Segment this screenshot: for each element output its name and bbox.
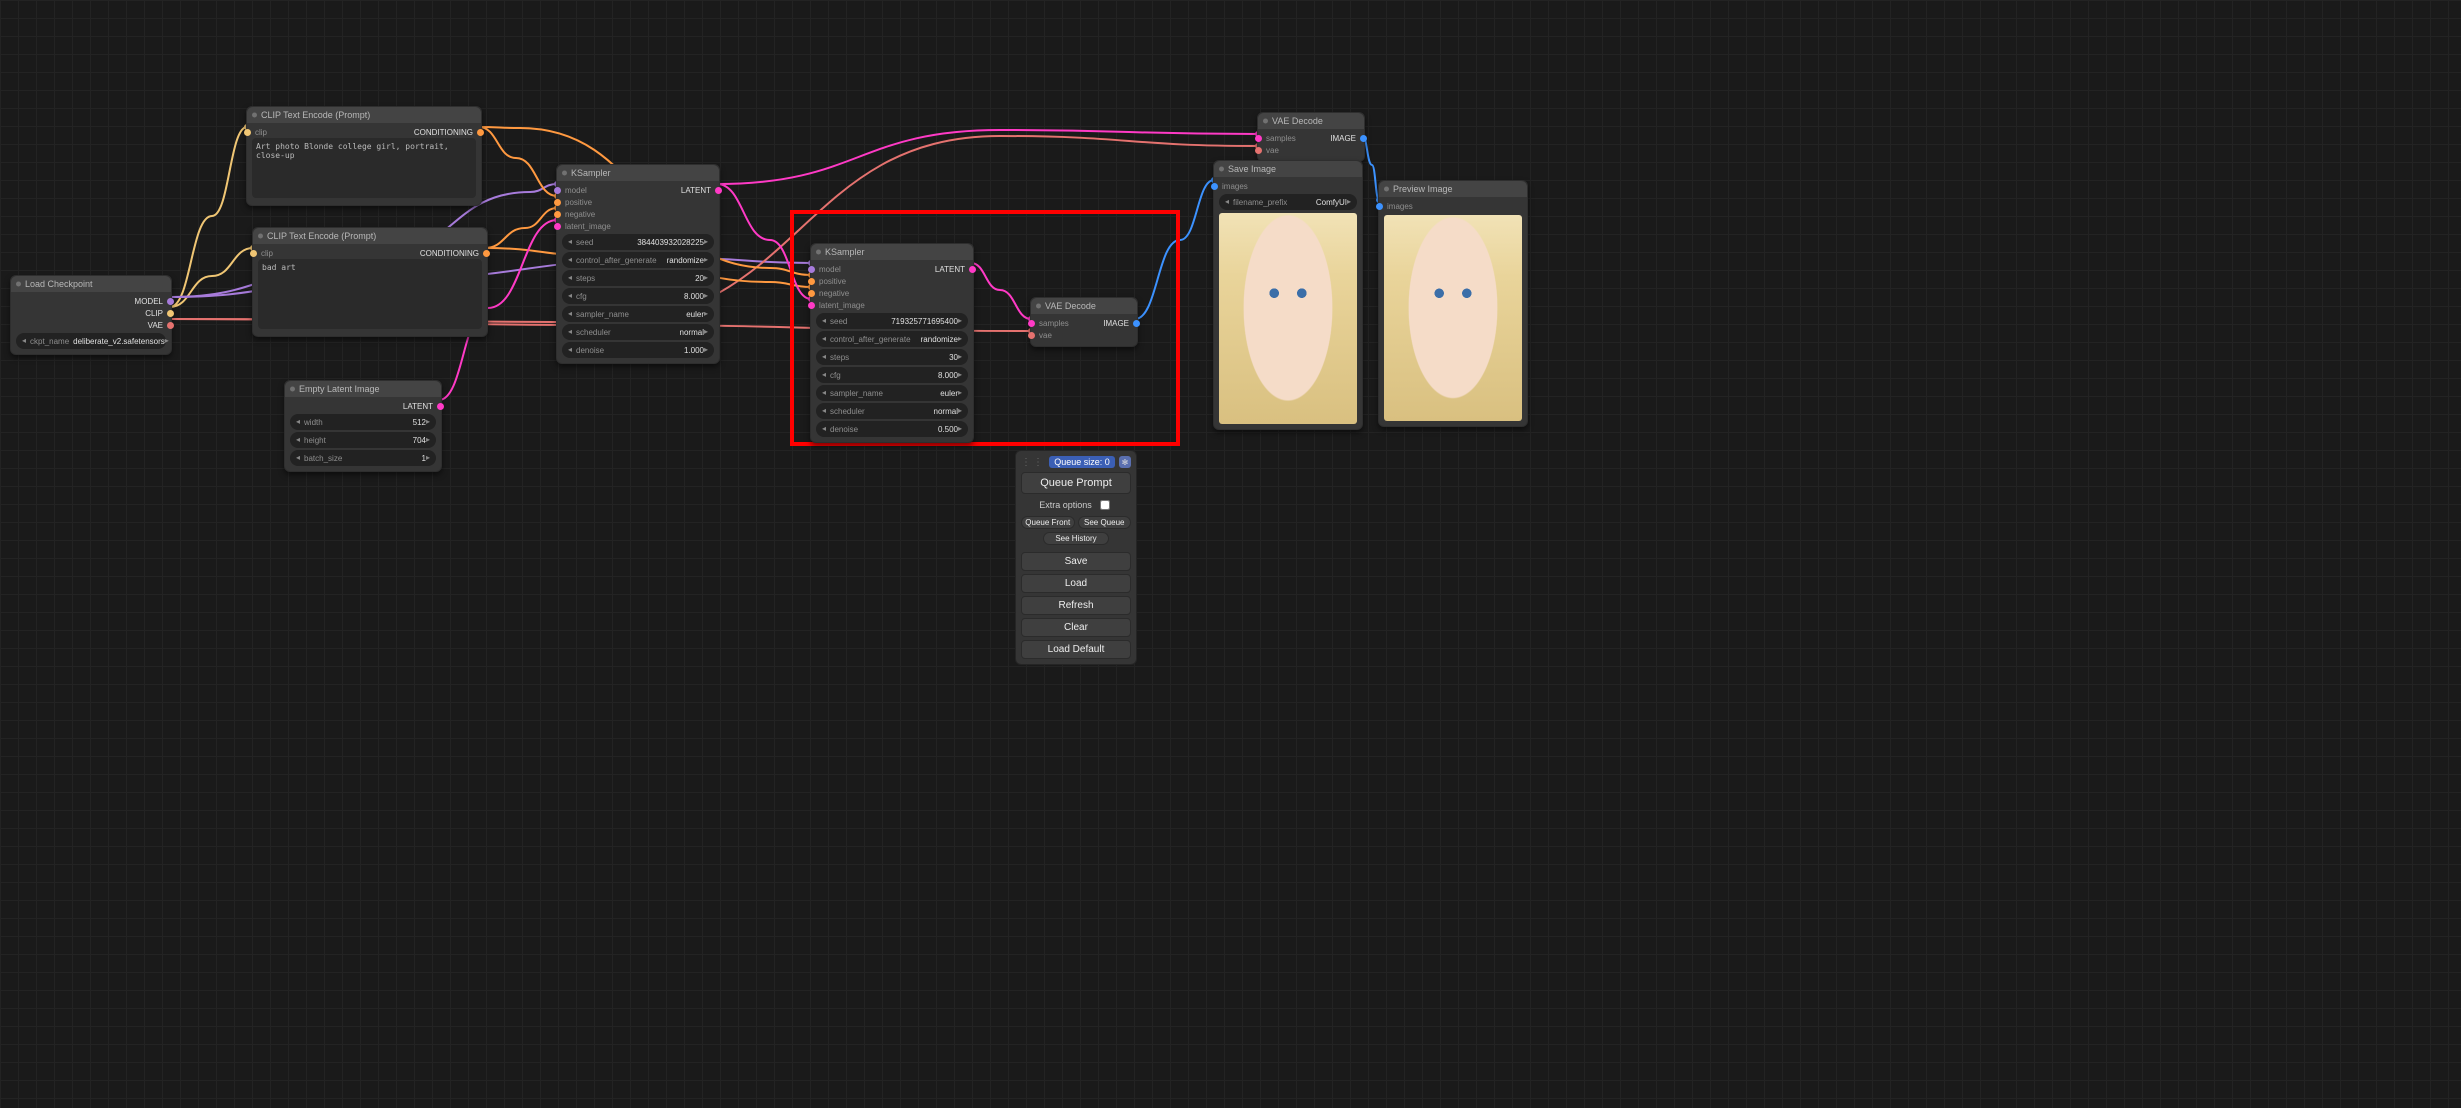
port-in-positive[interactable]: positive xyxy=(562,196,623,208)
port-out-latent[interactable]: LATENT xyxy=(378,400,436,412)
link xyxy=(479,127,557,196)
see-queue-button[interactable]: See Queue xyxy=(1078,516,1132,529)
prompt-textarea[interactable] xyxy=(258,259,482,329)
widget-scheduler[interactable]: ◂schedulernormal▸ xyxy=(562,324,714,340)
port-in-model[interactable]: model xyxy=(816,263,877,275)
load-button[interactable]: Load xyxy=(1021,574,1131,593)
extra-options-checkbox[interactable] xyxy=(1100,500,1110,510)
node-preview_image[interactable]: Preview Image images xyxy=(1378,180,1528,427)
port-in-negative[interactable]: negative xyxy=(562,208,623,220)
output-image xyxy=(1219,213,1357,424)
save-button[interactable]: Save xyxy=(1021,552,1131,571)
port-in-clip[interactable]: clip xyxy=(252,126,342,138)
queue-front-button[interactable]: Queue Front xyxy=(1021,516,1075,529)
port-in-latent_image[interactable]: latent_image xyxy=(562,220,623,232)
widget-denoise[interactable]: ◂denoise0.500▸ xyxy=(816,421,968,437)
prompt-textarea[interactable] xyxy=(252,138,476,198)
widget-control_after_generate[interactable]: ◂control_after_generaterandomize▸ xyxy=(562,252,714,268)
node-vae_decode1[interactable]: VAE Decode samples IMAGE vae xyxy=(1257,112,1365,162)
port-in-vae[interactable]: vae xyxy=(1263,144,1301,156)
refresh-button[interactable]: Refresh xyxy=(1021,596,1131,615)
widget-ckpt_name[interactable]: ◂ckpt_namedeliberate_v2.safetensors▸ xyxy=(16,333,166,349)
widget-steps[interactable]: ◂steps30▸ xyxy=(816,349,968,365)
widget-cfg[interactable]: ◂cfg8.000▸ xyxy=(562,288,714,304)
node-title[interactable]: CLIP Text Encode (Prompt) xyxy=(247,107,481,123)
port-out-image[interactable]: IMAGE xyxy=(1321,132,1359,144)
link xyxy=(170,127,247,307)
node-ksampler1[interactable]: KSampler model LATENT positivenegativelaten… xyxy=(556,164,720,364)
node-clip_neg[interactable]: CLIP Text Encode (Prompt) clip CONDITIONIN… xyxy=(252,227,488,337)
port-out-conditioning[interactable]: CONDITIONING xyxy=(392,247,482,259)
link xyxy=(485,208,557,248)
node-title[interactable]: CLIP Text Encode (Prompt) xyxy=(253,228,487,244)
port-in-latent_image[interactable]: latent_image xyxy=(816,299,877,311)
link xyxy=(170,248,253,307)
port-out-latent[interactable]: LATENT xyxy=(907,263,968,275)
widget-seed[interactable]: ◂seed384403932028225▸ xyxy=(562,234,714,250)
widget-cfg[interactable]: ◂cfg8.000▸ xyxy=(816,367,968,383)
port-in-images[interactable]: images xyxy=(1219,180,1274,192)
control-panel[interactable]: ⋮⋮ Queue size: 0 ✻ Queue Prompt Extra op… xyxy=(1015,450,1137,665)
port-in-images[interactable]: images xyxy=(1384,200,1439,212)
widget-control_after_generate[interactable]: ◂control_after_generaterandomize▸ xyxy=(816,331,968,347)
widget-sampler_name[interactable]: ◂sampler_nameeuler▸ xyxy=(562,306,714,322)
node-title[interactable]: Load Checkpoint xyxy=(11,276,171,292)
widget-height[interactable]: ◂height704▸ xyxy=(290,432,436,448)
node-title[interactable]: VAE Decode xyxy=(1258,113,1364,129)
node-load_checkpoint[interactable]: Load Checkpoint MODELCLIPVAE ◂ckpt_namedel… xyxy=(10,275,172,355)
node-ksampler2[interactable]: KSampler model LATENT positivenegativelaten… xyxy=(810,243,974,443)
clear-button[interactable]: Clear xyxy=(1021,618,1131,637)
port-in-samples[interactable]: samples xyxy=(1036,317,1074,329)
widget-batch_size[interactable]: ◂batch_size1▸ xyxy=(290,450,436,466)
node-vae_decode2[interactable]: VAE Decode samples IMAGE vae xyxy=(1030,297,1138,347)
port-in-clip[interactable]: clip xyxy=(258,247,348,259)
node-clip_pos[interactable]: CLIP Text Encode (Prompt) clip CONDITIONIN… xyxy=(246,106,482,206)
node-save_image[interactable]: Save Image images ◂filename_prefixComfyUI▸ xyxy=(1213,160,1363,430)
widget-scheduler[interactable]: ◂schedulernormal▸ xyxy=(816,403,968,419)
port-out-model[interactable]: MODEL xyxy=(106,295,166,307)
extra-options-label: Extra options xyxy=(1039,500,1092,510)
widget-seed[interactable]: ◂seed719325771695400▸ xyxy=(816,313,968,329)
port-out-image[interactable]: IMAGE xyxy=(1094,317,1132,329)
widget-width[interactable]: ◂width512▸ xyxy=(290,414,436,430)
widget-filename_prefix[interactable]: ◂filename_prefixComfyUI▸ xyxy=(1219,194,1357,210)
widget-steps[interactable]: ◂steps20▸ xyxy=(562,270,714,286)
node-title[interactable]: Empty Latent Image xyxy=(285,381,441,397)
panel-drag-handle[interactable]: ⋮⋮ xyxy=(1021,457,1045,468)
widget-sampler_name[interactable]: ◂sampler_nameeuler▸ xyxy=(816,385,968,401)
port-in-model[interactable]: model xyxy=(562,184,623,196)
port-in-samples[interactable]: samples xyxy=(1263,132,1301,144)
port-out-vae[interactable]: VAE xyxy=(106,319,166,331)
port-in-positive[interactable]: positive xyxy=(816,275,877,287)
node-title[interactable]: Save Image xyxy=(1214,161,1362,177)
node-empty_latent[interactable]: Empty Latent Image LATENT ◂width512▸ ◂heigh… xyxy=(284,380,442,472)
port-out-clip[interactable]: CLIP xyxy=(106,307,166,319)
node-title[interactable]: Preview Image xyxy=(1379,181,1527,197)
widget-denoise[interactable]: ◂denoise1.000▸ xyxy=(562,342,714,358)
port-in-vae[interactable]: vae xyxy=(1036,329,1074,341)
link xyxy=(717,130,1258,184)
port-out-latent[interactable]: LATENT xyxy=(653,184,714,196)
port-out-conditioning[interactable]: CONDITIONING xyxy=(386,126,476,138)
see-history-button[interactable]: See History xyxy=(1043,532,1109,545)
port-in-negative[interactable]: negative xyxy=(816,287,877,299)
node-title[interactable]: VAE Decode xyxy=(1031,298,1137,314)
queue-size-label: Queue size: 0 xyxy=(1049,456,1115,468)
node-title[interactable]: KSampler xyxy=(811,244,973,260)
node-title[interactable]: KSampler xyxy=(557,165,719,181)
load-default-button[interactable]: Load Default xyxy=(1021,640,1131,659)
queue-prompt-button[interactable]: Queue Prompt xyxy=(1021,472,1131,494)
settings-gear-icon[interactable]: ✻ xyxy=(1119,456,1131,468)
output-image xyxy=(1384,215,1522,421)
